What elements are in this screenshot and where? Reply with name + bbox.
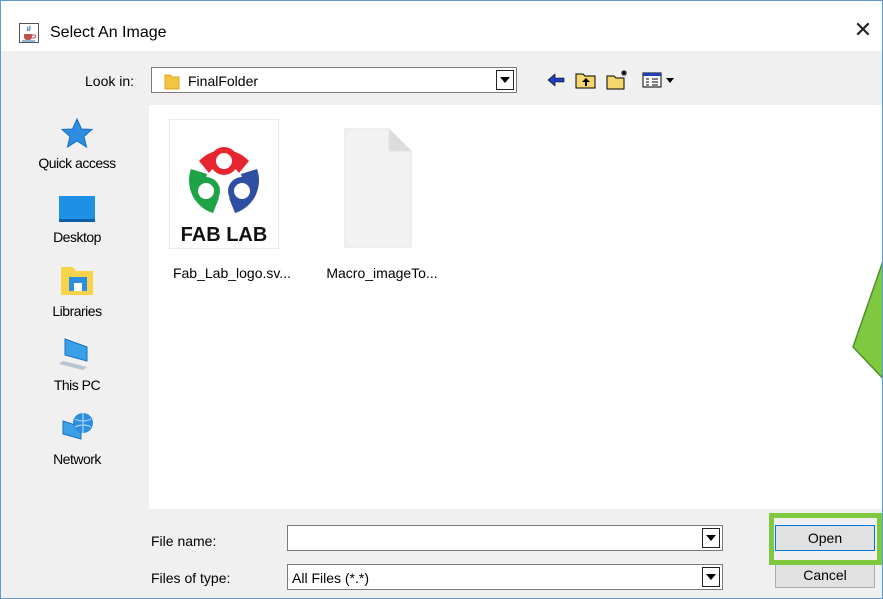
file-list-pane[interactable]: FAB LAB Fab_Lab_logo.sv... Macro_imageTo… [149, 105, 882, 509]
place-label: Desktop [53, 229, 101, 245]
place-label: Libraries [52, 303, 102, 319]
files-of-type-label: Files of type: [151, 570, 231, 586]
close-icon[interactable]: ✕ [851, 19, 875, 43]
chevron-down-icon[interactable] [496, 70, 514, 90]
files-of-type-value: All Files (*.*) [292, 570, 370, 586]
cancel-button[interactable]: Cancel [775, 562, 875, 588]
file-name-label: File name: [151, 533, 217, 549]
look-in-label: Look in: [85, 73, 135, 89]
place-libraries[interactable]: Libraries [15, 253, 139, 325]
file-item[interactable]: Macro_imageTo... [307, 115, 457, 285]
view-menu-icon[interactable] [641, 67, 677, 93]
back-icon[interactable] [543, 67, 569, 93]
open-button-highlight [769, 513, 882, 565]
computer-icon [57, 335, 97, 373]
look-in-value: FinalFolder [188, 73, 259, 89]
files-of-type-select[interactable]: All Files (*.*) [287, 564, 723, 590]
window-title: Select An Image [50, 24, 167, 41]
folder-icon [164, 72, 180, 90]
place-label: Network [53, 451, 101, 467]
fab-lab-logo: FAB LAB [168, 118, 280, 250]
libraries-icon [57, 261, 97, 299]
places-bar: Quick access Desktop Libraries This PC N… [15, 105, 139, 505]
place-label: Quick access [38, 155, 116, 171]
file-chooser-dialog: Select An Image ✕ Look in: FinalFolder Q… [0, 0, 883, 599]
network-icon [57, 409, 97, 447]
look-in-combo[interactable]: FinalFolder [151, 67, 517, 93]
title-bar: Select An Image ✕ [1, 1, 882, 51]
pointer-arrow-icon [852, 261, 882, 379]
file-name-label: Fab_Lab_logo.sv... [172, 265, 292, 281]
chevron-down-icon[interactable] [702, 567, 720, 587]
place-this-pc[interactable]: This PC [15, 327, 139, 399]
place-quick-access[interactable]: Quick access [15, 105, 139, 177]
place-network[interactable]: Network [15, 401, 139, 473]
chevron-down-icon[interactable] [702, 528, 720, 548]
place-desktop[interactable]: Desktop [15, 179, 139, 251]
desktop-icon [57, 187, 97, 225]
java-cup-icon [19, 23, 39, 43]
star-icon [57, 113, 97, 151]
place-label: This PC [53, 377, 101, 393]
file-name-label: Macro_imageTo... [326, 265, 438, 281]
new-folder-icon[interactable] [605, 67, 631, 93]
file-item[interactable]: FAB LAB Fab_Lab_logo.sv... [157, 115, 307, 285]
up-folder-icon[interactable] [573, 67, 599, 93]
blank-document-icon [319, 119, 429, 249]
logo-text: FAB LAB [181, 224, 268, 246]
file-name-input[interactable] [287, 525, 723, 551]
